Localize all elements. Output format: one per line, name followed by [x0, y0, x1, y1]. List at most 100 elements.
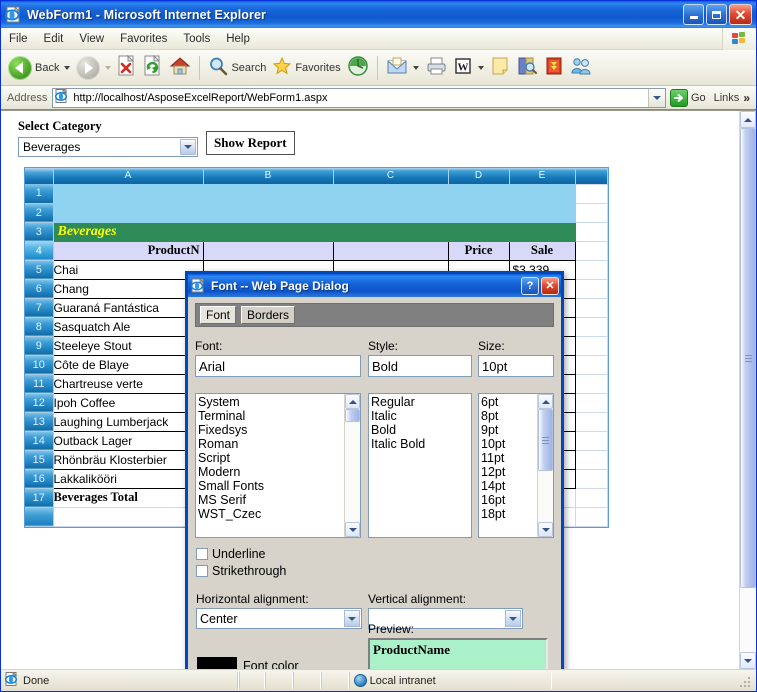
- print-button[interactable]: [422, 52, 450, 84]
- research-button[interactable]: [513, 52, 541, 84]
- menu-item-help[interactable]: Help: [218, 31, 258, 47]
- dialog-close-button[interactable]: ✕: [541, 276, 559, 295]
- cell-a4-productname-header[interactable]: ProductN: [52, 240, 204, 261]
- cell-a2[interactable]: [52, 202, 204, 223]
- page-scroll-track[interactable]: [740, 128, 756, 652]
- cell-f12[interactable]: [574, 392, 608, 413]
- forward-button[interactable]: [73, 52, 114, 84]
- cell-f15[interactable]: [574, 449, 608, 470]
- mail-dropdown-icon[interactable]: [412, 65, 419, 70]
- strikethrough-checkbox[interactable]: [196, 565, 208, 577]
- list-item[interactable]: MS Serif: [198, 493, 344, 507]
- row-header-1[interactable]: 1: [25, 184, 54, 204]
- underline-checkbox[interactable]: [196, 548, 208, 560]
- row-header-13[interactable]: 13: [25, 412, 54, 432]
- list-item[interactable]: 9pt: [481, 423, 537, 437]
- cell-f6[interactable]: [574, 278, 608, 299]
- style-listbox[interactable]: Regular Italic Bold Italic Bold: [368, 393, 472, 538]
- strikethrough-checkbox-row[interactable]: Strikethrough: [196, 564, 286, 578]
- scroll-down-button[interactable]: [538, 522, 553, 537]
- cell-a17-total-label[interactable]: Beverages Total: [52, 487, 204, 508]
- cell-a14-product[interactable]: Outback Lager: [52, 430, 204, 451]
- messenger-button[interactable]: [567, 52, 595, 84]
- font-input[interactable]: Arial: [195, 355, 361, 377]
- back-dropdown-icon[interactable]: [64, 65, 71, 70]
- cell-b1[interactable]: [202, 183, 334, 204]
- cell-a16-product[interactable]: Lakkalikööri: [52, 468, 204, 489]
- list-item[interactable]: 6pt: [481, 395, 537, 409]
- cell-c2[interactable]: [332, 202, 449, 223]
- favorites-button[interactable]: Favorites: [269, 52, 343, 84]
- page-scrollbar[interactable]: [739, 111, 756, 669]
- cell-e3[interactable]: [508, 221, 576, 242]
- menu-item-edit[interactable]: Edit: [36, 31, 72, 47]
- row-header-9[interactable]: 9: [25, 336, 54, 356]
- cell-a11-product[interactable]: Chartreuse verte: [52, 373, 204, 394]
- cell-a10-product[interactable]: Côte de Blaye: [52, 354, 204, 375]
- home-button[interactable]: [166, 52, 194, 84]
- column-header-e[interactable]: E: [509, 168, 576, 184]
- underline-checkbox-row[interactable]: Underline: [196, 547, 286, 561]
- cell-a13-product[interactable]: Laughing Lumberjack: [52, 411, 204, 432]
- row-header-16[interactable]: 16: [25, 469, 54, 489]
- list-item[interactable]: 11pt: [481, 451, 537, 465]
- page-scroll-down-button[interactable]: [740, 652, 756, 669]
- cell-f3[interactable]: [574, 221, 608, 242]
- cell-f11[interactable]: [574, 373, 608, 394]
- cell-e2[interactable]: [508, 202, 576, 223]
- scroll-down-button[interactable]: [345, 522, 360, 537]
- list-item[interactable]: Regular: [371, 395, 471, 409]
- cell-c4[interactable]: [332, 240, 449, 261]
- cell-b3[interactable]: [202, 221, 334, 242]
- cell-c1[interactable]: [332, 183, 449, 204]
- cell-f9[interactable]: [574, 335, 608, 356]
- scroll-up-button[interactable]: [538, 394, 553, 409]
- toolbar-overflow-icon[interactable]: »: [743, 91, 753, 105]
- list-item[interactable]: 10pt: [481, 437, 537, 451]
- page-scroll-up-button[interactable]: [740, 111, 756, 128]
- column-header-d[interactable]: D: [448, 168, 510, 184]
- list-item[interactable]: Fixedsys: [198, 423, 344, 437]
- cell-a3-category-title[interactable]: Beverages: [52, 221, 204, 242]
- column-header-a[interactable]: A: [53, 168, 204, 184]
- cell-d1[interactable]: [447, 183, 510, 204]
- search-button[interactable]: Search: [205, 52, 269, 84]
- list-item[interactable]: System: [198, 395, 344, 409]
- cell-f13[interactable]: [574, 411, 608, 432]
- list-item[interactable]: Script: [198, 451, 344, 465]
- stop-button[interactable]: [114, 52, 140, 84]
- tab-borders[interactable]: Borders: [241, 306, 296, 324]
- tab-font[interactable]: Font: [200, 306, 237, 324]
- column-header-f[interactable]: [575, 168, 608, 184]
- category-dropdown-button[interactable]: [180, 139, 196, 155]
- menu-item-favorites[interactable]: Favorites: [112, 31, 175, 47]
- list-item[interactable]: 14pt: [481, 479, 537, 493]
- cell-d3[interactable]: [447, 221, 510, 242]
- row-header-4[interactable]: 4: [25, 241, 54, 261]
- maximize-button[interactable]: [706, 4, 727, 25]
- list-item[interactable]: Small Fonts: [198, 479, 344, 493]
- row-header-15[interactable]: 15: [25, 450, 54, 470]
- row-header-5[interactable]: 5: [25, 260, 54, 280]
- row-header-14[interactable]: 14: [25, 431, 54, 451]
- grid-corner[interactable]: [25, 168, 54, 184]
- menu-item-view[interactable]: View: [71, 31, 112, 47]
- row-header-17[interactable]: 17: [25, 488, 54, 508]
- cell-c3[interactable]: [332, 221, 449, 242]
- row-header-8[interactable]: 8: [25, 317, 54, 337]
- cell-f17[interactable]: [574, 487, 608, 508]
- row-header-11[interactable]: 11: [25, 374, 54, 394]
- menu-item-file[interactable]: File: [1, 31, 36, 47]
- size-listbox[interactable]: 6pt 8pt 9pt 10pt 11pt 12pt 14pt 16pt 18p…: [478, 393, 554, 538]
- mail-button[interactable]: [383, 52, 422, 84]
- cell-f16[interactable]: [574, 468, 608, 489]
- resize-grip-icon[interactable]: [739, 674, 753, 688]
- column-header-b[interactable]: B: [203, 168, 334, 184]
- page-scroll-thumb[interactable]: [740, 128, 756, 588]
- show-report-button[interactable]: Show Report: [206, 131, 295, 155]
- messenger-download-button[interactable]: [541, 52, 567, 84]
- cell-a9-product[interactable]: Steeleye Stout: [52, 335, 204, 356]
- back-button[interactable]: Back: [5, 52, 73, 84]
- list-item[interactable]: 12pt: [481, 465, 537, 479]
- size-list-scrollbar[interactable]: [537, 394, 553, 537]
